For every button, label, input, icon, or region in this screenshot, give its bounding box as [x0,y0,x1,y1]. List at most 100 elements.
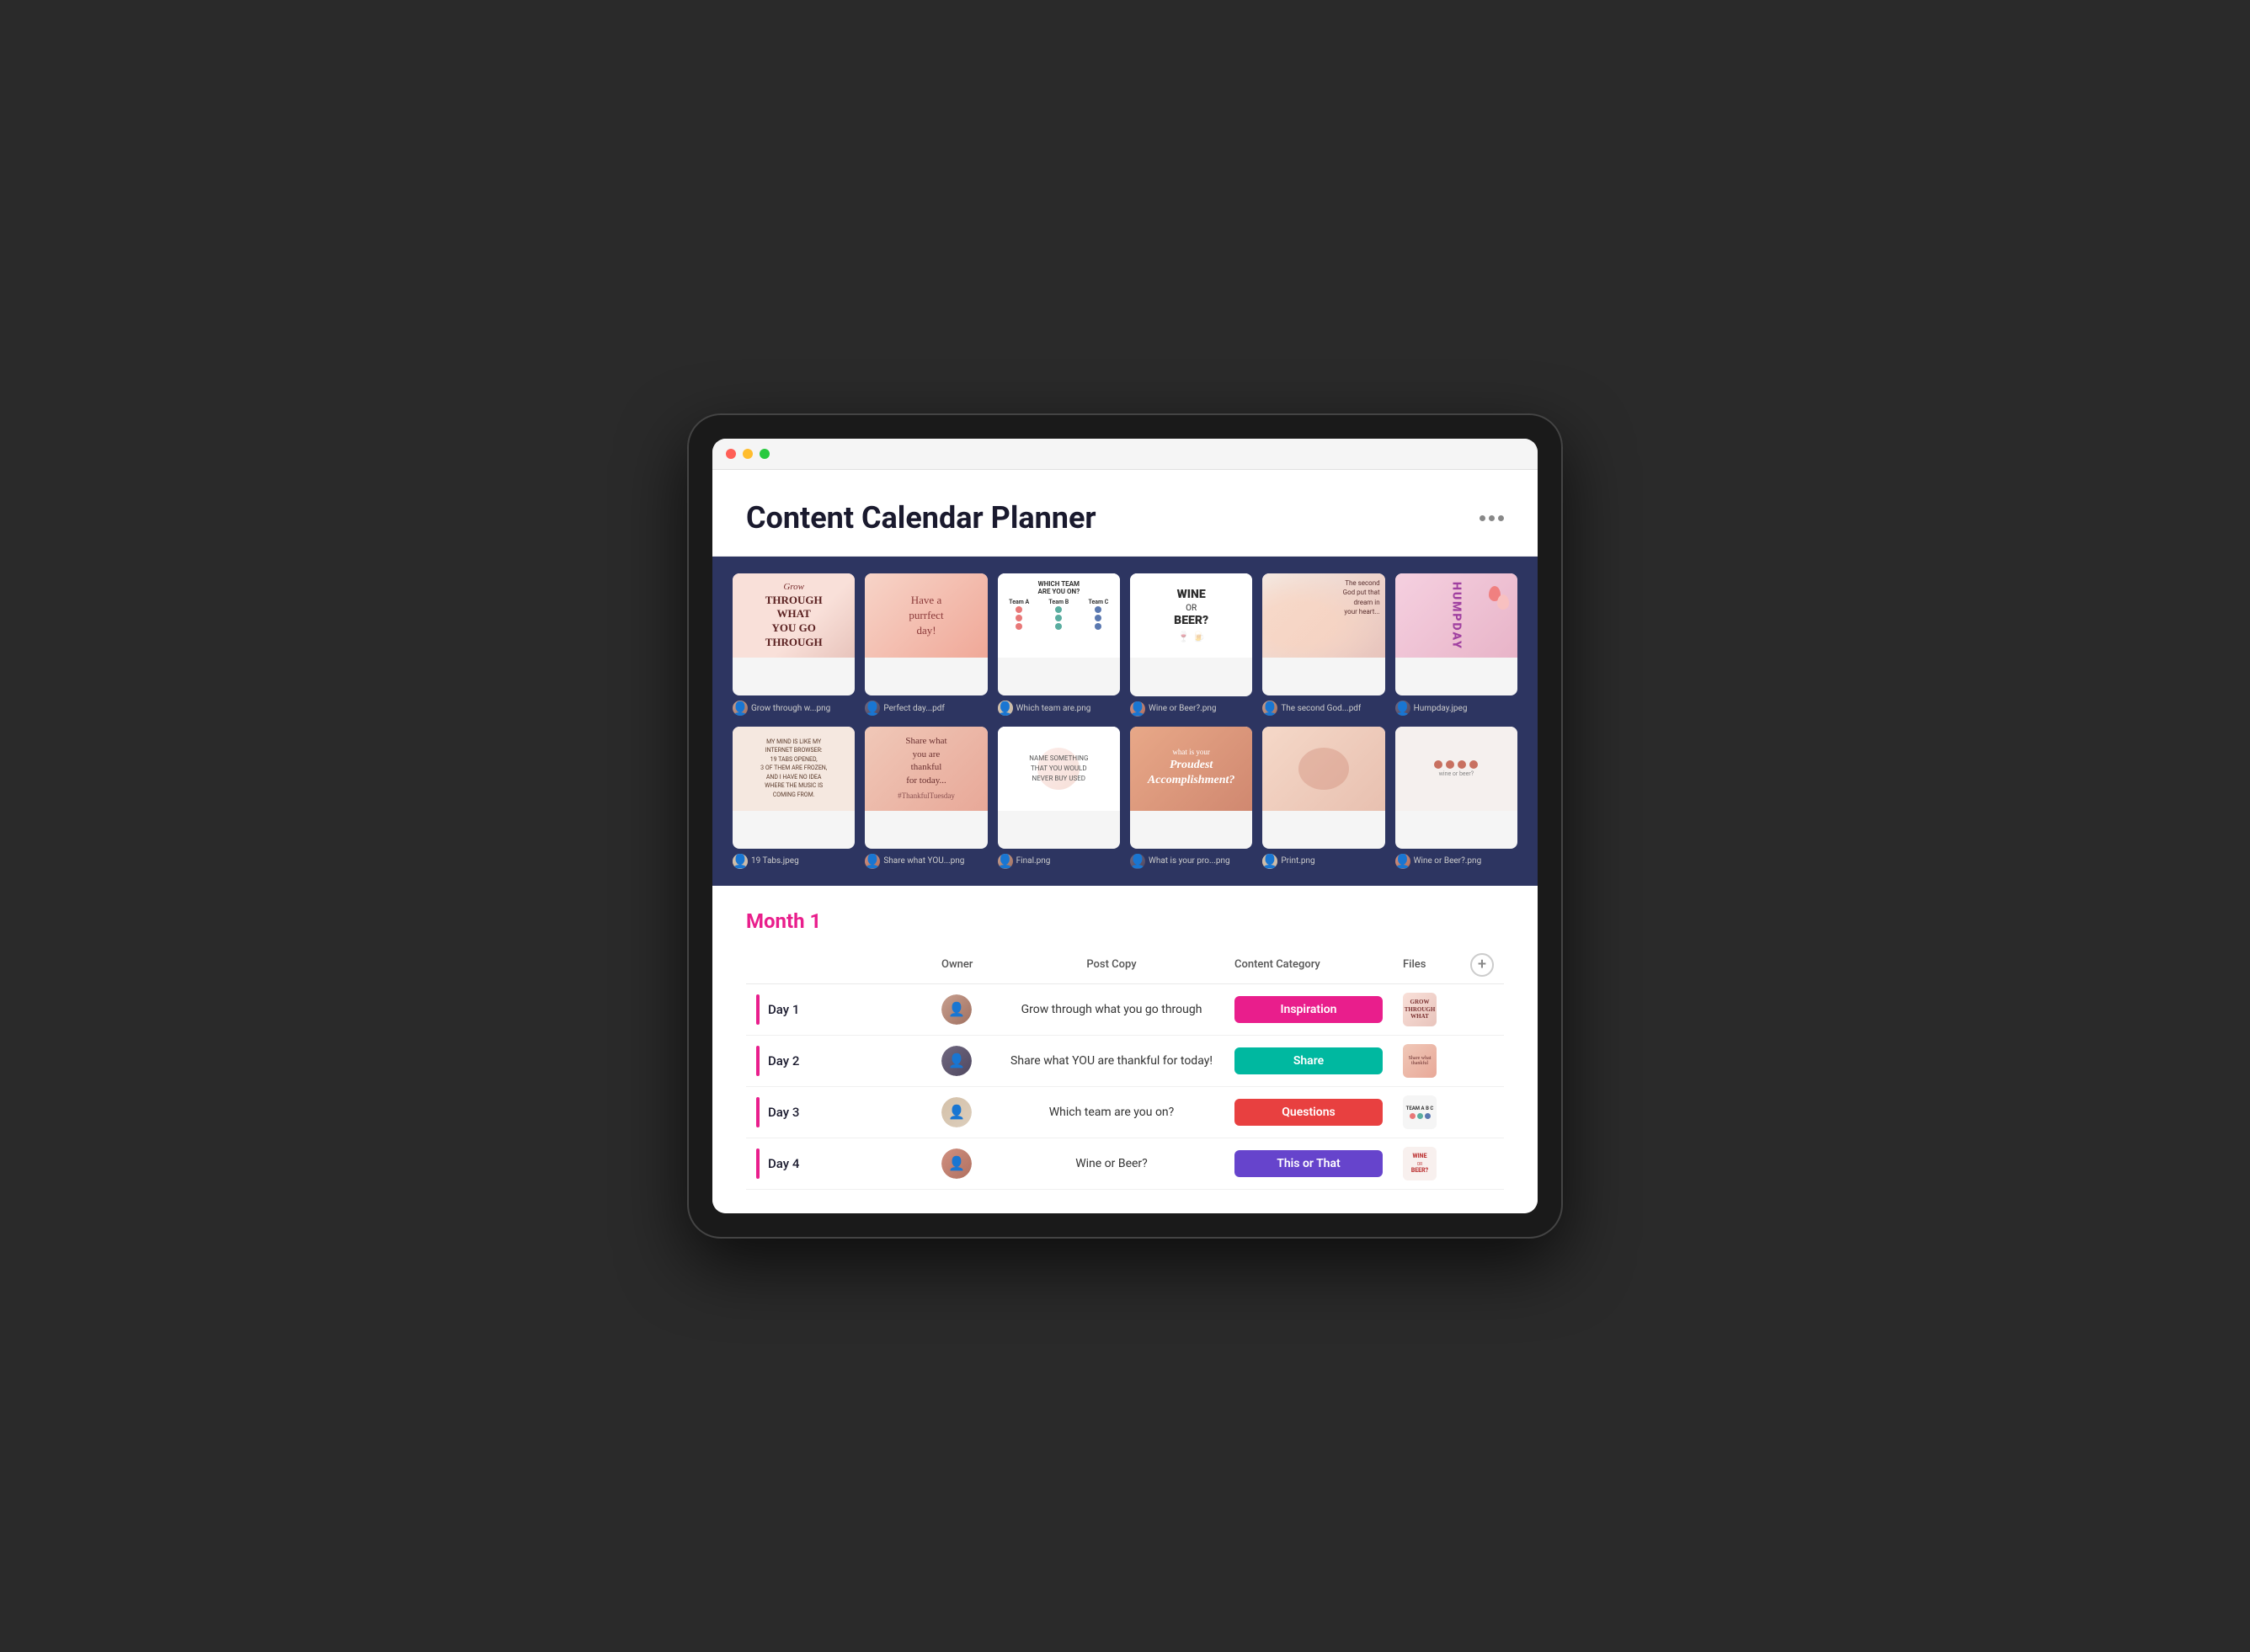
gallery-grid: Grow throughwhatyou gothrough 👤 Grow thr… [733,573,1517,869]
gallery-item-flower[interactable]: The secondGod put thatdream inyour heart… [1262,573,1384,716]
row-action-2 [1460,1036,1504,1087]
gallery-avatar-11: 👤 [1262,854,1277,869]
category-badge-1: Inspiration [1234,996,1383,1023]
day-cell-2: Day 2 [746,1036,931,1087]
owner-avatar-1: 👤 [941,994,972,1025]
gallery-avatar-12: 👤 [1395,854,1410,869]
file-cell-2: Share whatthankful [1393,1036,1460,1087]
gallery-item-thankful[interactable]: Share whatyou arethankfulfor today...#Th… [865,727,987,869]
device-frame: Content Calendar Planner Grow [687,413,1563,1239]
post-copy-4: Wine or Beer? [1009,1157,1214,1170]
dot2 [1489,515,1495,521]
gallery-avatar-2: 👤 [865,701,880,716]
gallery-filename-4: Wine or Beer?.png [1149,704,1217,713]
gallery-avatar-4: 👤 [1130,701,1145,717]
col-post-copy: Post Copy [999,946,1224,984]
gallery-avatar-6: 👤 [1395,701,1410,716]
category-cell-4: This or That [1224,1138,1393,1190]
gallery-filename-5: The second God...pdf [1281,704,1361,713]
post-copy-2: Share what YOU are thankful for today! [1009,1054,1214,1068]
col-files: Files [1393,946,1460,984]
day-bar-2 [756,1046,760,1076]
more-options-button[interactable] [1480,515,1504,521]
day-cell-1: Day 1 [746,984,931,1036]
traffic-light-green[interactable] [760,449,770,459]
app-header: Content Calendar Planner [712,470,1538,557]
owner-cell-4: 👤 [931,1138,999,1190]
gallery-filename-11: Print.png [1281,856,1314,866]
gallery-filename-12: Wine or Beer?.png [1414,856,1482,866]
owner-avatar-3: 👤 [941,1097,972,1127]
gallery-filename-9: Final.png [1016,856,1051,866]
category-cell-1: Inspiration [1224,984,1393,1036]
gallery-item-tabs[interactable]: MY MIND IS LIKE MYINTERNET BROWSER:19 TA… [733,727,855,869]
table-row: Day 1 👤 Grow through what you go through [746,984,1504,1036]
gallery-avatar-3: 👤 [998,701,1013,716]
col-owner: Owner [931,946,999,984]
col-category: Content Category [1224,946,1393,984]
copy-cell-1: Grow through what you go through [999,984,1224,1036]
gallery-item-purrfect[interactable]: Have apurrfectday! 👤 Perfect day...pdf [865,573,987,716]
traffic-light-yellow[interactable] [743,449,753,459]
titlebar [712,439,1538,470]
owner-cell-2: 👤 [931,1036,999,1087]
gallery-avatar-5: 👤 [1262,701,1277,716]
gallery-item-final[interactable]: NAME SOMETHINGTHAT YOU WOULDNEVER BUY US… [998,727,1120,869]
gallery-filename-8: Share what YOU...png [883,856,964,866]
gallery-section: Grow throughwhatyou gothrough 👤 Grow thr… [712,557,1538,886]
file-cell-1: GROWthroughwhat [1393,984,1460,1036]
day-label-4: Day 4 [768,1156,799,1171]
owner-cell-3: 👤 [931,1087,999,1138]
copy-cell-4: Wine or Beer? [999,1138,1224,1190]
page-title: Content Calendar Planner [746,500,1096,536]
planner-table: Owner Post Copy Content Category Files + [746,946,1504,1190]
screen: Content Calendar Planner Grow [712,439,1538,1213]
gallery-item-teams[interactable]: WHICH TEAMARE YOU ON? Team A [998,573,1120,716]
col-add: + [1460,946,1504,984]
gallery-item-humpday[interactable]: HUMPDAY 👤 Humpday.jpeg [1395,573,1517,716]
gallery-item-proudest[interactable]: what is yourProudestAccomplishment? 👤 Wh… [1130,727,1252,869]
gallery-avatar-1: 👤 [733,701,748,716]
file-thumb-2: Share whatthankful [1403,1044,1437,1078]
table-row: Day 4 👤 Wine or Beer? [746,1138,1504,1190]
gallery-item-wine2[interactable]: wine or beer? 👤 Wine or Beer?.png [1395,727,1517,869]
gallery-avatar-8: 👤 [865,854,880,869]
category-badge-2: Share [1234,1047,1383,1074]
dot1 [1480,515,1485,521]
planner-section: Month 1 Owner Post Copy Content Category… [712,886,1538,1213]
gallery-avatar-10: 👤 [1130,854,1145,869]
category-cell-2: Share [1224,1036,1393,1087]
file-cell-4: WINEorBEER? [1393,1138,1460,1190]
gallery-avatar-7: 👤 [733,854,748,869]
gallery-item-print[interactable]: 👤 Print.png [1262,727,1384,869]
day-label-1: Day 1 [768,1002,799,1017]
category-badge-4: This or That [1234,1150,1383,1177]
post-copy-3: Which team are you on? [1009,1106,1214,1119]
copy-cell-3: Which team are you on? [999,1087,1224,1138]
gallery-filename-3: Which team are.png [1016,704,1091,713]
file-cell-3: TEAM A B C [1393,1087,1460,1138]
day-bar-3 [756,1097,760,1127]
file-thumb-4: WINEorBEER? [1403,1147,1437,1180]
day-label-3: Day 3 [768,1105,799,1120]
app-content: Content Calendar Planner Grow [712,470,1538,1213]
gallery-item-grow[interactable]: Grow throughwhatyou gothrough 👤 Grow thr… [733,573,855,716]
traffic-light-red[interactable] [726,449,736,459]
gallery-filename-7: 19 Tabs.jpeg [751,856,799,866]
owner-avatar-4: 👤 [941,1148,972,1179]
table-row: Day 2 👤 Share what YOU are thankful for … [746,1036,1504,1087]
gallery-filename-1: Grow through w...png [751,704,830,713]
day-cell-4: Day 4 [746,1138,931,1190]
owner-avatar-2: 👤 [941,1046,972,1076]
post-copy-1: Grow through what you go through [1009,1003,1214,1016]
file-thumb-1: GROWthroughwhat [1403,993,1437,1026]
gallery-filename-6: Humpday.jpeg [1414,704,1468,713]
add-column-button[interactable]: + [1470,953,1494,977]
gallery-item-wine[interactable]: WINEorBEER? 🍷 🍺 👤 Wine or [1130,573,1252,716]
table-row: Day 3 👤 Which team are you on? [746,1087,1504,1138]
category-cell-3: Questions [1224,1087,1393,1138]
day-bar-4 [756,1148,760,1179]
day-cell-3: Day 3 [746,1087,931,1138]
dot3 [1498,515,1504,521]
file-thumb-3: TEAM A B C [1403,1095,1437,1129]
